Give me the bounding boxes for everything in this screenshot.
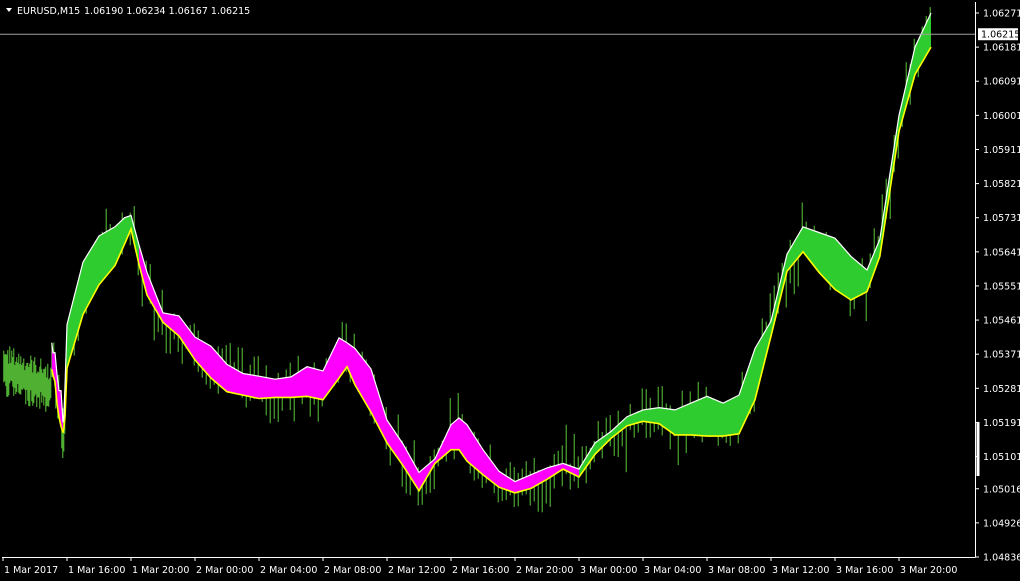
y-tick-label: 1.06001 (983, 111, 1020, 122)
x-tick-label: 3 Mar 00:00 (580, 565, 637, 576)
symbol-label: EURUSD,M15 (17, 6, 80, 17)
y-tick-label: 1.05371 (983, 350, 1020, 361)
x-tick-label: 2 Mar 20:00 (516, 565, 573, 576)
x-tick-label: 3 Mar 04:00 (644, 565, 701, 576)
x-tick-label: 3 Mar 20:00 (900, 565, 957, 576)
x-tick-label: 2 Mar 12:00 (388, 565, 445, 576)
y-tick-label: 1.05101 (983, 452, 1020, 463)
y-tick-label: 1.06271 (983, 9, 1020, 20)
current-price-label: 1.06215 (981, 30, 1020, 41)
y-tick-label: 1.05731 (983, 213, 1020, 224)
y-tick-label: 1.05911 (983, 145, 1020, 156)
y-tick-label: 1.05016 (983, 484, 1020, 495)
x-tick-label: 2 Mar 16:00 (452, 565, 509, 576)
y-tick-label: 1.05551 (983, 281, 1020, 292)
x-tick-label: 3 Mar 08:00 (708, 565, 765, 576)
ohlc-values: 1.06190 1.06234 1.06167 1.06215 (84, 6, 250, 17)
x-tick-label: 1 Mar 2017 (4, 565, 58, 576)
y-tick-label: 1.05821 (983, 179, 1020, 190)
x-tick-label: 3 Mar 12:00 (772, 565, 829, 576)
price-chart: 1.06271 1.06181 1.06091 1.06001 1.05911 1.058… (0, 0, 1020, 581)
x-tick-label: 3 Mar 16:00 (836, 565, 893, 576)
y-tick-label: 1.06091 (983, 77, 1020, 88)
y-tick-label: 1.04836 (983, 553, 1020, 564)
y-tick-label: 1.05191 (983, 418, 1020, 429)
x-tick-label: 2 Mar 08:00 (324, 565, 381, 576)
y-tick-label: 1.06181 (983, 43, 1020, 54)
y-tick-label: 1.04926 (983, 518, 1020, 529)
y-tick-label: 1.05641 (983, 247, 1020, 258)
x-tick-label: 1 Mar 16:00 (68, 565, 125, 576)
x-tick-label: 2 Mar 04:00 (260, 565, 317, 576)
y-tick-label: 1.05281 (983, 384, 1020, 395)
chart-header: EURUSD,M15 1.06190 1.06234 1.06167 1.062… (6, 6, 250, 17)
x-tick-label: 2 Mar 00:00 (196, 565, 253, 576)
x-tick-label: 1 Mar 20:00 (132, 565, 189, 576)
current-price-marker: 1.06215 (978, 28, 1020, 41)
y-tick-label: 1.05461 (983, 316, 1020, 327)
